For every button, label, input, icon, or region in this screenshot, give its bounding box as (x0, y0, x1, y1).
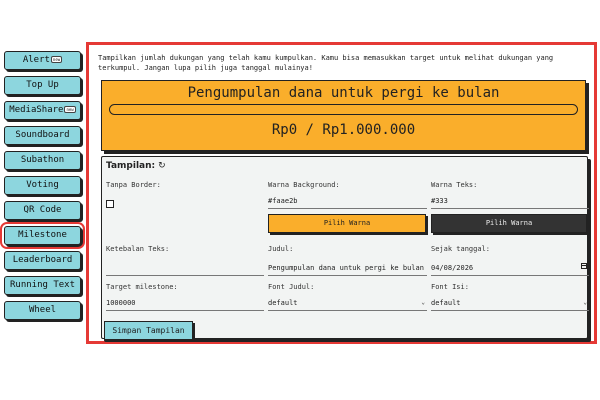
target-milestone-input[interactable]: 1000000 (106, 296, 264, 311)
judul-label: Judul: (268, 245, 294, 253)
tanpa-border-label: Tanpa Border: (106, 181, 161, 189)
sidebar-item-voting[interactable]: Voting (4, 176, 81, 195)
sidebar-item-top-up[interactable]: Top Up (4, 76, 81, 95)
new-badge: new (50, 56, 63, 63)
sidebar-item-label: Top Up (26, 80, 59, 90)
new-badge: new (64, 106, 76, 113)
warna-background-label: Warna Background: (268, 181, 340, 189)
sidebar-item-label: Leaderboard (12, 255, 73, 265)
milestone-preview-banner: Pengumpulan dana untuk pergi ke bulan Rp… (101, 80, 586, 151)
font-judul-label: Font Judul: (268, 283, 315, 291)
sidebar-item-leaderboard[interactable]: Leaderboard (4, 251, 81, 270)
display-settings-panel: Tampilan: ↻ Tanpa Border: Warna Backgroun… (101, 156, 589, 340)
font-isi-label: Font Isi: (431, 283, 469, 291)
font-judul-select[interactable]: default ⌄ (268, 296, 427, 311)
sidebar-item-label: Alert (22, 55, 50, 65)
sidebar-item-label: Soundboard (15, 130, 70, 140)
sidebar-item-alert[interactable]: Alert new (4, 51, 81, 70)
banner-amount: Rp0 / Rp1.000.000 (271, 122, 416, 138)
sidebar-item-running-text[interactable]: Running Text (4, 276, 81, 295)
warna-teks-input[interactable]: #333 (431, 194, 589, 209)
warna-teks-label: Warna Teks: (431, 181, 478, 189)
progress-bar (109, 104, 578, 115)
sidebar-item-milestone[interactable]: Milestone (0, 222, 85, 249)
refresh-icon[interactable]: ↻ (158, 161, 166, 171)
sidebar-item-label: Milestone (18, 230, 67, 240)
intro-text: Tampilkan jumlah dukungan yang telah kam… (98, 54, 554, 72)
sejak-tanggal-label: Sejak tanggal: (431, 245, 491, 253)
sidebar: Alert new Top Up MediaShare new Soundboard… (0, 51, 85, 326)
sejak-tanggal-input[interactable]: 04/08/2026 (431, 261, 589, 276)
tanpa-border-checkbox[interactable] (106, 200, 114, 208)
chevron-down-icon: ⌄ (583, 299, 587, 306)
sidebar-item-mediashare[interactable]: MediaShare new (4, 101, 81, 120)
sidebar-item-label: Running Text (9, 280, 76, 290)
sidebar-item-qr-code[interactable]: QR Code (4, 201, 81, 220)
font-isi-select[interactable]: default ⌄ (431, 296, 589, 311)
sidebar-item-label: Wheel (28, 305, 57, 315)
simpan-tampilan-button[interactable]: Simpan Tampilan (104, 321, 193, 340)
sidebar-item-label: MediaShare (9, 105, 64, 115)
judul-input[interactable]: Pengumpulan dana untuk pergi ke bulan (268, 261, 427, 276)
sidebar-item-label: Voting (26, 180, 59, 190)
chevron-down-icon: ⌄ (421, 299, 425, 306)
ketebalan-teks-label: Ketebalan Teks: (106, 245, 170, 253)
warna-background-input[interactable]: #faae2b (268, 194, 427, 209)
ketebalan-teks-input[interactable] (106, 261, 264, 276)
calendar-icon[interactable] (581, 263, 587, 269)
target-milestone-label: Target milestone: (106, 283, 178, 291)
sidebar-item-label: QR Code (23, 205, 62, 215)
pilih-warna-teks-button[interactable]: Pilih Warna (431, 214, 587, 233)
sidebar-item-subathon[interactable]: Subathon (4, 151, 81, 170)
milestone-settings-frame: Tampilkan jumlah dukungan yang telah kam… (86, 42, 597, 344)
banner-title: Pengumpulan dana untuk pergi ke bulan (187, 85, 500, 101)
sidebar-item-label: Subathon (20, 155, 65, 165)
sidebar-item-soundboard[interactable]: Soundboard (4, 126, 81, 145)
pilih-warna-background-button[interactable]: Pilih Warna (268, 214, 426, 233)
panel-title: Tampilan: ↻ (106, 161, 166, 171)
sidebar-item-wheel[interactable]: Wheel (4, 301, 81, 320)
